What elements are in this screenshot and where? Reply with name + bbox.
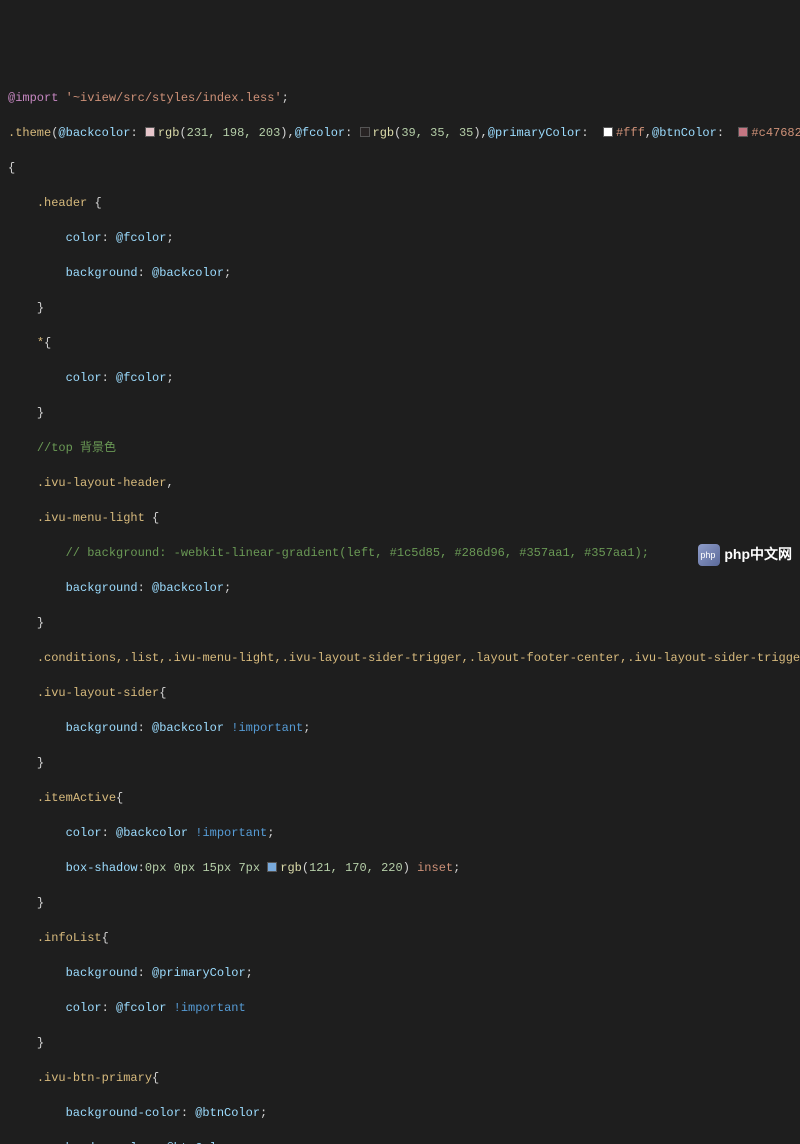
code-line: @import '~iview/src/styles/index.less'; [8, 90, 792, 108]
code-line: background: @primaryColor; [8, 965, 792, 983]
code-line: // background: -webkit-linear-gradient(l… [8, 545, 792, 563]
code-line: box-shadow:0px 0px 15px 7px rgb(121, 170… [8, 860, 792, 878]
color-swatch-icon [267, 862, 277, 872]
code-line: } [8, 1035, 792, 1053]
code-line: .conditions,.list,.ivu-menu-light,.ivu-l… [8, 650, 792, 668]
code-line: } [8, 405, 792, 423]
code-line: } [8, 755, 792, 773]
color-swatch-icon [738, 127, 748, 137]
code-line: .header { [8, 195, 792, 213]
code-line: background-color: @btnColor; [8, 1105, 792, 1123]
code-line: .ivu-menu-light { [8, 510, 792, 528]
color-swatch-icon [360, 127, 370, 137]
code-line: } [8, 615, 792, 633]
code-line: color: @fcolor; [8, 230, 792, 248]
code-line: //top 背景色 [8, 440, 792, 458]
color-swatch-icon [145, 127, 155, 137]
color-swatch-icon [603, 127, 613, 137]
code-line: color: @fcolor !important [8, 1000, 792, 1018]
code-line: .itemActive{ [8, 790, 792, 808]
code-line: background: @backcolor !important; [8, 720, 792, 738]
code-line: .infoList{ [8, 930, 792, 948]
code-line: .ivu-layout-header, [8, 475, 792, 493]
code-line: color: @backcolor !important; [8, 825, 792, 843]
code-line: *{ [8, 335, 792, 353]
code-line: border-color: @btnColor; [8, 1140, 792, 1144]
watermark: php中文网 [698, 544, 792, 566]
code-line: } [8, 300, 792, 318]
code-line: { [8, 160, 792, 178]
php-logo-icon [698, 544, 720, 566]
watermark-text: php中文网 [724, 546, 792, 564]
code-editor[interactable]: @import '~iview/src/styles/index.less'; … [8, 72, 792, 1144]
code-line: background: @backcolor; [8, 265, 792, 283]
code-line: } [8, 895, 792, 913]
code-line: .ivu-btn-primary{ [8, 1070, 792, 1088]
code-line: color: @fcolor; [8, 370, 792, 388]
code-line: .ivu-layout-sider{ [8, 685, 792, 703]
code-line: .theme(@backcolor: rgb(231, 198, 203),@f… [8, 125, 792, 143]
code-line: background: @backcolor; [8, 580, 792, 598]
